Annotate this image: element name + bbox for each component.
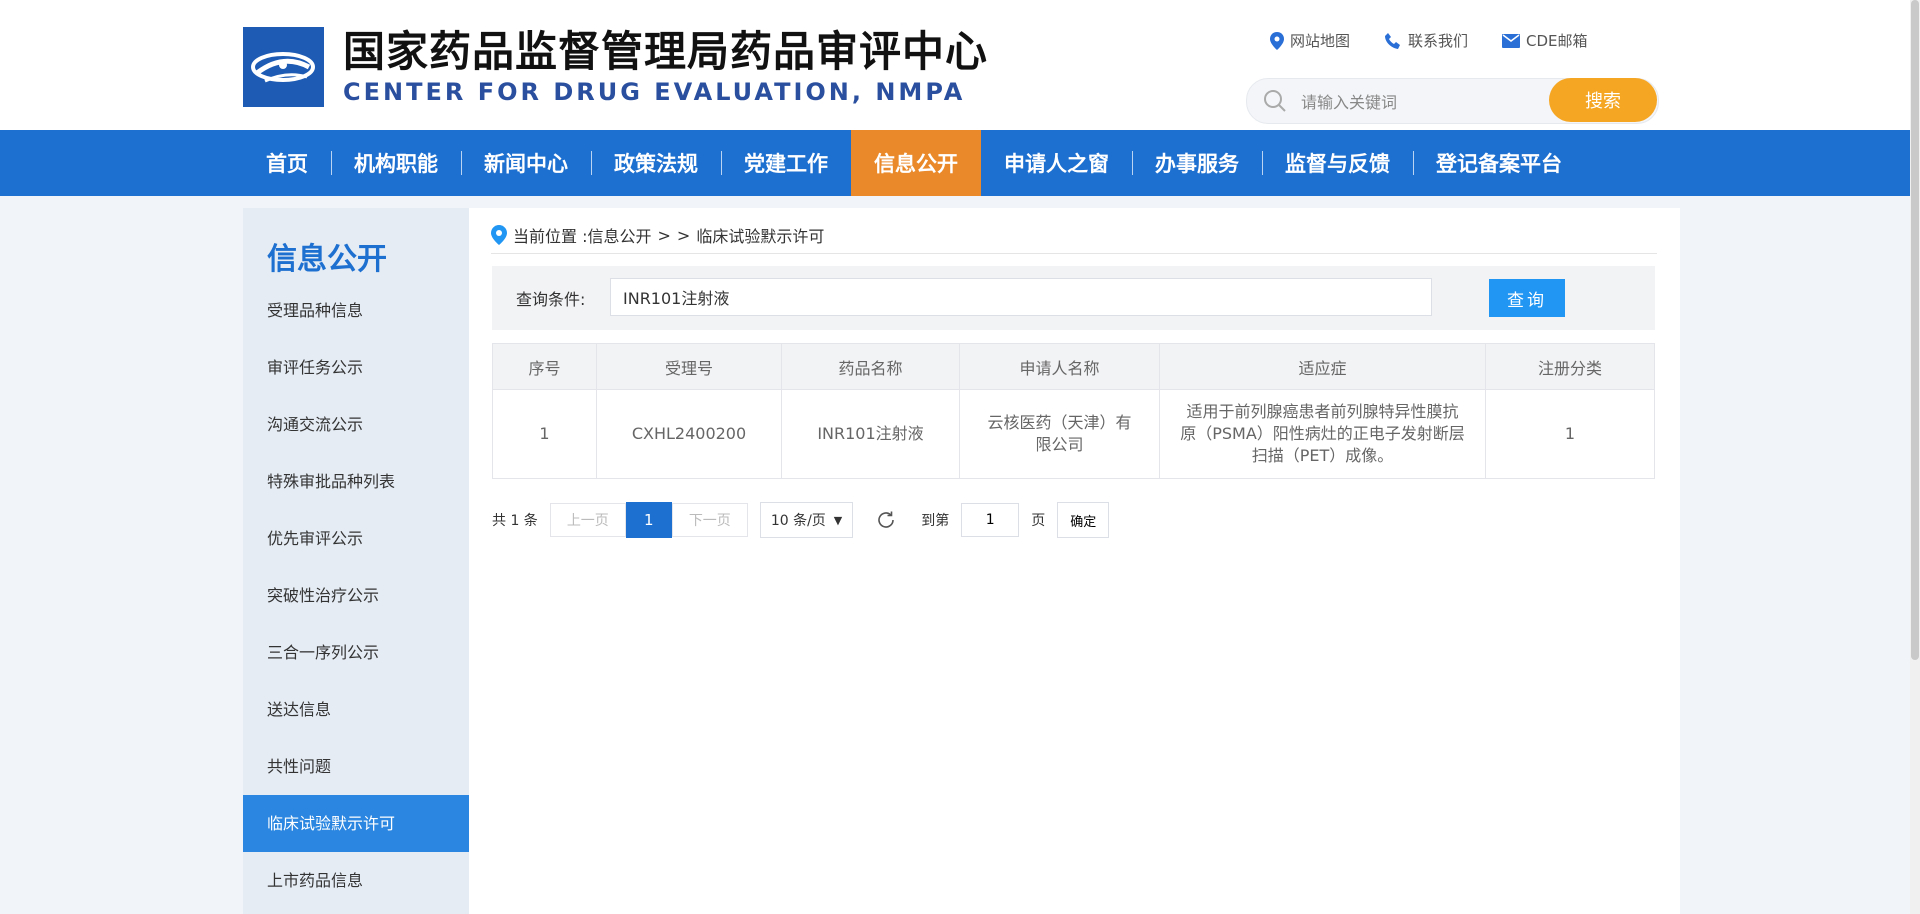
mail-icon (1502, 33, 1521, 48)
goto-confirm-button[interactable]: 确定 (1057, 502, 1110, 538)
divider (491, 253, 1657, 254)
query-button[interactable]: 查询 (1489, 279, 1565, 317)
scrollbar-thumb[interactable] (1911, 0, 1919, 660)
main-content: 当前位置 : 信息公开 > > 临床试验默示许可 查询条件: 查询 序号 受理号… (469, 208, 1680, 914)
nav-item-info-disclosure[interactable]: 信息公开 (851, 130, 981, 196)
goto-page-input[interactable] (961, 503, 1020, 537)
col-header-indication: 适应症 (1159, 343, 1486, 390)
sidebar-item[interactable]: 受理品种信息 (243, 282, 469, 339)
site-header: 国家药品监督管理局药品审评中心 CENTER FOR DRUG EVALUATI… (0, 0, 1920, 130)
search-input[interactable] (1299, 85, 1543, 119)
query-input[interactable] (610, 278, 1432, 316)
breadcrumb-sep: > (676, 225, 691, 245)
top-links: 网站地图 联系我们 CDE邮箱 (1270, 30, 1622, 51)
col-header-index: 序号 (492, 343, 597, 390)
page-unit-label: 页 (1031, 513, 1046, 529)
map-pin-icon (1270, 31, 1284, 50)
contact-link[interactable]: 联系我们 (1384, 30, 1468, 51)
cell-drug-name: INR101注射液 (781, 389, 960, 479)
sidebar-item-clinical-trial[interactable]: 临床试验默示许可 (243, 795, 469, 852)
sidebar-item[interactable]: 审评任务公示 (243, 339, 469, 396)
breadcrumb-current: 临床试验默示许可 (696, 227, 825, 246)
sidebar-item[interactable]: 优先审评公示 (243, 510, 469, 567)
sitemap-link[interactable]: 网站地图 (1270, 30, 1350, 51)
refresh-icon[interactable] (875, 509, 897, 531)
cell-index: 1 (492, 389, 597, 479)
sidebar-item[interactable]: 沟通交流公示 (243, 396, 469, 453)
main-nav: 首页 机构职能 新闻中心 政策法规 党建工作 信息公开 申请人之窗 办事服务 监… (0, 130, 1910, 196)
results-table: 序号 受理号 药品名称 申请人名称 适应症 注册分类 1 CXHL2400200… (492, 343, 1655, 479)
pagination: 共 1 条 上一页 1 下一页 10 条/页 ▼ 到第 页 确定 (492, 502, 1110, 538)
table-header-row: 序号 受理号 药品名称 申请人名称 适应症 注册分类 (492, 343, 1655, 390)
site-title-cn: 国家药品监督管理局药品审评中心 (343, 27, 989, 76)
sidebar-item[interactable]: 突破性治疗公示 (243, 567, 469, 624)
next-page-button[interactable]: 下一页 (671, 503, 748, 537)
goto-label: 到第 (921, 513, 950, 529)
nav-item-feedback[interactable]: 监督与反馈 (1262, 130, 1413, 196)
contact-label: 联系我们 (1408, 32, 1469, 50)
nav-item-applicant[interactable]: 申请人之窗 (981, 130, 1132, 196)
prev-page-button[interactable]: 上一页 (549, 503, 626, 537)
page-number-button[interactable]: 1 (625, 502, 672, 538)
sidebar-item[interactable]: 共性问题 (243, 738, 469, 795)
nav-item-services[interactable]: 办事服务 (1132, 130, 1262, 196)
sidebar-title: 信息公开 (267, 242, 387, 277)
breadcrumb: 当前位置 : 信息公开 > > 临床试验默示许可 (491, 222, 824, 248)
col-header-drug-name: 药品名称 (781, 343, 960, 390)
nav-item-news[interactable]: 新闻中心 (461, 130, 591, 196)
location-pin-icon (491, 225, 507, 245)
query-bar: 查询条件: 查询 (492, 266, 1655, 330)
site-title-en: CENTER FOR DRUG EVALUATION, NMPA (343, 78, 966, 106)
sitemap-label: 网站地图 (1290, 32, 1351, 50)
nav-item-policy[interactable]: 政策法规 (591, 130, 721, 196)
search-button[interactable]: 搜索 (1549, 78, 1657, 122)
phone-icon (1384, 32, 1402, 50)
col-header-acceptance-no: 受理号 (596, 343, 782, 390)
sidebar-item[interactable]: 送达信息 (243, 681, 469, 738)
sidebar-item[interactable]: 上市药品信息 (243, 852, 469, 909)
page-size-select[interactable]: 10 条/页 ▼ (759, 502, 854, 538)
sidebar-item[interactable]: 特殊审批品种列表 (243, 453, 469, 510)
pager-total: 共 1 条 (492, 513, 538, 529)
sidebar-item[interactable]: 三合一序列公示 (243, 624, 469, 681)
col-header-applicant: 申请人名称 (959, 343, 1160, 390)
cde-logo[interactable] (243, 27, 324, 107)
cell-indication: 适用于前列腺癌患者前列腺特异性膜抗原（PSMA）阳性病灶的正电子发射断层扫描（P… (1159, 389, 1486, 479)
nav-item-registration[interactable]: 登记备案平台 (1413, 130, 1585, 196)
col-header-registration-class: 注册分类 (1485, 343, 1655, 390)
sidebar: 信息公开 受理品种信息 审评任务公示 沟通交流公示 特殊审批品种列表 优先审评公… (243, 208, 469, 914)
breadcrumb-prefix: 当前位置 : (513, 227, 588, 246)
search-icon (1263, 89, 1287, 117)
nav-item-functions[interactable]: 机构职能 (331, 130, 461, 196)
table-row[interactable]: 1 CXHL2400200 INR101注射液 云核医药（天津）有限公司 适用于… (492, 389, 1655, 479)
page-size-value: 10 条/页 (770, 513, 826, 529)
nav-item-party[interactable]: 党建工作 (721, 130, 851, 196)
sidebar-list: 受理品种信息 审评任务公示 沟通交流公示 特殊审批品种列表 优先审评公示 突破性… (243, 282, 469, 909)
mail-link[interactable]: CDE邮箱 (1502, 30, 1588, 51)
mail-label: CDE邮箱 (1526, 32, 1588, 50)
cell-applicant: 云核医药（天津）有限公司 (959, 389, 1160, 479)
page-scrollbar[interactable] (1910, 0, 1920, 914)
caret-down-icon: ▼ (833, 513, 843, 527)
cell-registration-class: 1 (1485, 389, 1655, 479)
cell-acceptance-no: CXHL2400200 (596, 389, 782, 479)
nav-item-home[interactable]: 首页 (243, 130, 331, 196)
breadcrumb-sep: > (657, 225, 671, 245)
breadcrumb-level1[interactable]: 信息公开 (587, 223, 651, 247)
query-label: 查询条件: (516, 290, 586, 309)
